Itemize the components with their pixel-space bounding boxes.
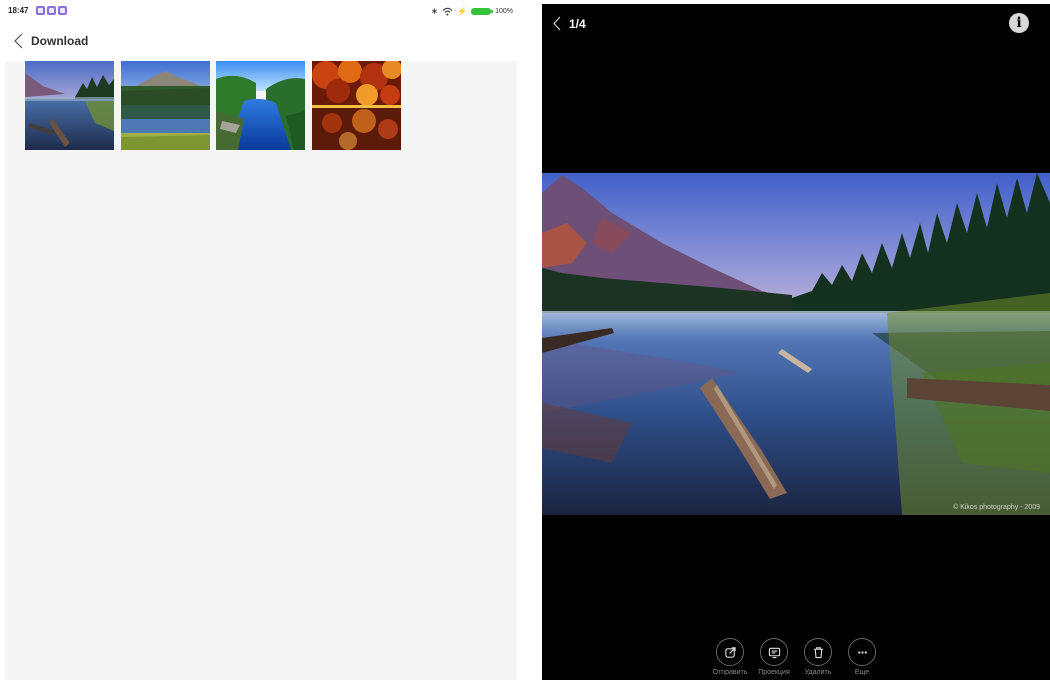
photo-image[interactable]: © Kikos photography - 2009 (542, 173, 1050, 515)
app-notification-icon (47, 6, 56, 15)
status-time: 18:47 (8, 6, 29, 15)
gallery-header: Download (5, 28, 517, 56)
thumbnail-mountain-lake-reflection[interactable] (121, 61, 210, 150)
thumbnail-mountain-lake-logs[interactable] (25, 61, 114, 150)
battery-icon (471, 7, 494, 15)
app-notification-icon (36, 6, 45, 15)
photo-viewer: 1/4 i © Kikos photography - 2009 Отправи… (542, 4, 1050, 680)
trash-icon (804, 638, 832, 666)
projection-button[interactable]: Проекция (752, 638, 796, 676)
share-label: Отправить (712, 669, 748, 676)
share-icon (716, 638, 744, 666)
more-icon (848, 638, 876, 666)
thumbnail-autumn-forest-lake[interactable] (312, 61, 401, 150)
thumbnail-blue-river-forest[interactable] (216, 61, 305, 150)
battery-percent: 100% (495, 7, 513, 15)
app-notification-icon (58, 6, 67, 15)
status-bar: 18:47 ∗ ⚡ 100% (5, 0, 517, 22)
wifi-icon (442, 7, 453, 15)
action-bar: Отправить Проекция Удалить Еще (708, 638, 884, 676)
charging-icon: ⚡ (457, 6, 468, 16)
delete-label: Удалить (804, 669, 832, 676)
delete-button[interactable]: Удалить (796, 638, 840, 676)
info-icon[interactable]: i (1009, 13, 1029, 33)
back-icon[interactable] (12, 32, 26, 50)
status-indicators: ∗ ⚡ 100% (431, 5, 513, 17)
bluetooth-icon: ∗ (430, 5, 439, 16)
page-title: Download (31, 34, 89, 48)
gallery-pane: 18:47 ∗ ⚡ 100% Download (5, 0, 517, 680)
more-button[interactable]: Еще (840, 638, 884, 676)
more-label: Еще (854, 669, 870, 676)
thumbnail-grid (5, 61, 517, 680)
projection-label: Проекция (758, 669, 790, 676)
photo-watermark: © Kikos photography - 2009 (953, 504, 1040, 511)
back-icon[interactable] (551, 15, 563, 32)
share-button[interactable]: Отправить (708, 638, 752, 676)
projection-icon (760, 638, 788, 666)
photo-counter: 1/4 (569, 17, 586, 31)
